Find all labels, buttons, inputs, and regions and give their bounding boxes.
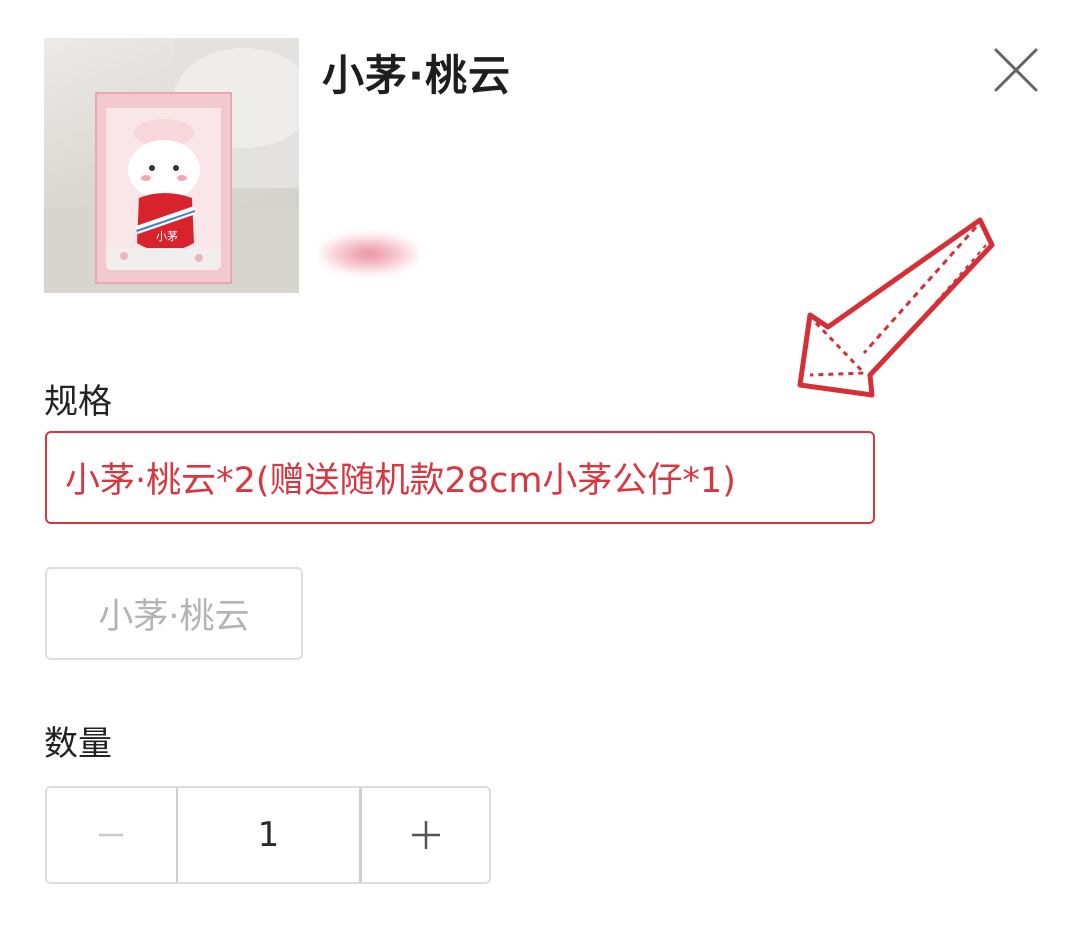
spec-option-label: 小茅·桃云 (98, 597, 250, 637)
product-thumbnail: 小茅 (44, 38, 299, 293)
spec-label: 规格 (44, 382, 112, 422)
spec-option-label: 小茅·桃云*2(赠送随机款28cm小茅公仔*1) (65, 461, 736, 501)
spec-option-selected[interactable]: 小茅·桃云*2(赠送随机款28cm小茅公仔*1) (45, 431, 875, 524)
sku-selector-sheet: 小茅 小茅·桃云 规格 小茅·桃云*2(赠送随机款28cm小茅公仔*1) 小茅·… (0, 0, 1080, 925)
quantity-value[interactable]: 1 (175, 788, 362, 882)
close-icon (994, 48, 1038, 92)
decrease-button[interactable] (47, 788, 176, 882)
close-button[interactable] (986, 40, 1046, 100)
product-title: 小茅·桃云 (322, 51, 511, 100)
quantity-stepper: 1 (45, 786, 491, 884)
plus-icon (411, 821, 440, 849)
quantity-label: 数量 (44, 724, 112, 764)
package-label: 小茅 (156, 230, 178, 243)
spec-option[interactable]: 小茅·桃云 (45, 567, 303, 660)
annotation-arrow-icon (797, 217, 995, 398)
price-blurred (320, 234, 418, 274)
increase-button[interactable] (361, 788, 489, 882)
minus-icon (99, 833, 124, 837)
